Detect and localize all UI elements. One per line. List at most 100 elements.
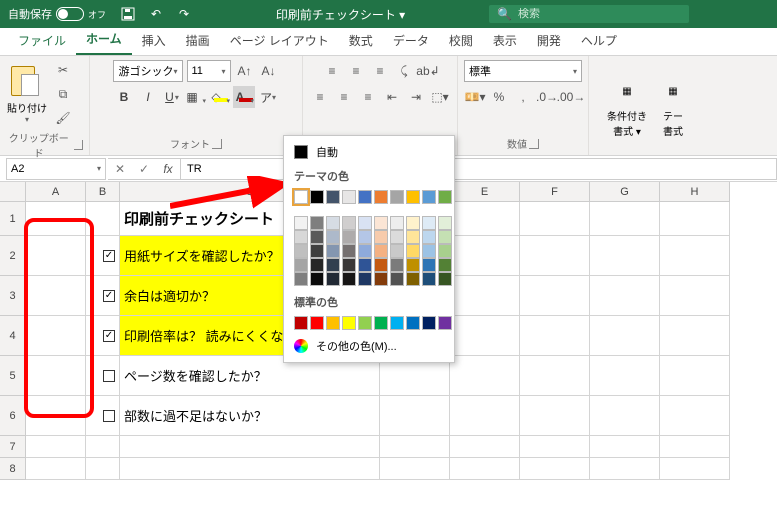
tab-draw[interactable]: 描画 (176, 26, 220, 55)
copy-icon[interactable]: ⧉ (52, 84, 74, 104)
format-as-table-button[interactable]: ▦ テー 書式 (651, 76, 695, 138)
color-swatch[interactable] (310, 190, 324, 204)
cell[interactable] (26, 458, 86, 480)
tab-file[interactable]: ファイル (8, 26, 76, 55)
color-swatch[interactable] (438, 244, 452, 258)
color-swatch[interactable] (390, 230, 404, 244)
color-swatch[interactable] (342, 258, 356, 272)
row-header[interactable]: 4 (0, 316, 26, 356)
color-swatch[interactable] (342, 244, 356, 258)
color-swatch[interactable] (390, 190, 404, 204)
cell[interactable]: 部数に過不足はないか？ (120, 396, 380, 436)
cell[interactable] (660, 356, 730, 396)
color-swatch[interactable] (406, 258, 420, 272)
cell[interactable] (86, 202, 120, 236)
tab-developer[interactable]: 開発 (527, 26, 571, 55)
font-size-selector[interactable]: 11▾ (187, 60, 231, 82)
tab-home[interactable]: ホーム (76, 24, 132, 55)
color-swatch[interactable] (342, 216, 356, 230)
cell[interactable] (590, 356, 660, 396)
cell[interactable] (660, 276, 730, 316)
cell[interactable] (450, 436, 520, 458)
more-colors[interactable]: その他の色(M)... (284, 334, 454, 358)
cell[interactable] (520, 436, 590, 458)
color-swatch[interactable] (374, 216, 388, 230)
cell[interactable] (520, 458, 590, 480)
cell[interactable] (590, 276, 660, 316)
tab-help[interactable]: ヘルプ (571, 26, 627, 55)
formula-input[interactable]: TR (181, 158, 777, 180)
tab-page-layout[interactable]: ページ レイアウト (220, 26, 339, 55)
orientation-icon[interactable]: ⤹ (393, 60, 415, 82)
col-header[interactable]: B (86, 182, 120, 202)
cell[interactable] (86, 396, 120, 436)
checkbox[interactable]: ✓ (103, 290, 115, 302)
checkbox[interactable]: ✓ (103, 330, 115, 342)
checkbox[interactable] (103, 410, 115, 422)
cell[interactable] (660, 236, 730, 276)
cell[interactable] (520, 202, 590, 236)
align-middle-icon[interactable]: ≡ (345, 60, 367, 82)
row-header[interactable]: 6 (0, 396, 26, 436)
checkbox[interactable] (103, 370, 115, 382)
fx-icon[interactable]: fx (156, 159, 180, 179)
color-swatch[interactable] (390, 216, 404, 230)
color-swatch[interactable] (358, 272, 372, 286)
color-swatch[interactable] (358, 216, 372, 230)
row-header[interactable]: 8 (0, 458, 26, 480)
cell[interactable] (26, 276, 86, 316)
col-header[interactable]: F (520, 182, 590, 202)
color-swatch[interactable] (310, 230, 324, 244)
bold-button[interactable]: B (113, 86, 135, 108)
dialog-launcher-icon[interactable] (529, 139, 539, 149)
tab-data[interactable]: データ (383, 26, 439, 55)
color-swatch[interactable] (342, 316, 356, 330)
row-header[interactable]: 1 (0, 202, 26, 236)
color-swatch[interactable] (406, 316, 420, 330)
comma-format-icon[interactable]: , (512, 86, 534, 108)
cell[interactable] (450, 276, 520, 316)
color-swatch[interactable] (342, 272, 356, 286)
color-swatch[interactable] (438, 258, 452, 272)
color-swatch[interactable] (422, 190, 436, 204)
cell[interactable] (660, 316, 730, 356)
cell[interactable] (520, 396, 590, 436)
color-swatch[interactable] (326, 230, 340, 244)
color-swatch[interactable] (422, 230, 436, 244)
redo-icon[interactable]: ↷ (176, 6, 192, 22)
cell[interactable] (660, 396, 730, 436)
row-header[interactable]: 5 (0, 356, 26, 396)
document-title[interactable]: 印刷前チェックシート ▾ (192, 6, 489, 23)
enter-icon[interactable]: ✓ (132, 159, 156, 179)
color-swatch[interactable] (358, 190, 372, 204)
tab-formulas[interactable]: 数式 (339, 26, 383, 55)
cell[interactable] (380, 436, 450, 458)
cell[interactable] (380, 458, 450, 480)
color-swatch[interactable] (422, 216, 436, 230)
color-swatch[interactable] (438, 216, 452, 230)
color-swatch[interactable] (422, 244, 436, 258)
color-swatch[interactable] (406, 216, 420, 230)
cell[interactable]: ✓ (86, 236, 120, 276)
color-swatch[interactable] (438, 272, 452, 286)
cell[interactable] (450, 316, 520, 356)
increase-font-icon[interactable]: A↑ (235, 60, 255, 82)
col-header[interactable]: H (660, 182, 730, 202)
dialog-launcher-icon[interactable] (212, 139, 222, 149)
align-bottom-icon[interactable]: ≡ (369, 60, 391, 82)
cell[interactable] (520, 236, 590, 276)
undo-icon[interactable]: ↶ (148, 6, 164, 22)
increase-decimal-icon[interactable]: .0→ (536, 86, 558, 108)
cell[interactable] (520, 316, 590, 356)
cell[interactable] (450, 236, 520, 276)
color-swatch[interactable] (406, 272, 420, 286)
color-swatch[interactable] (390, 316, 404, 330)
cell[interactable] (450, 458, 520, 480)
cell[interactable] (26, 356, 86, 396)
color-swatch[interactable] (406, 230, 420, 244)
cell[interactable] (26, 202, 86, 236)
color-swatch[interactable] (294, 258, 308, 272)
color-swatch[interactable] (390, 244, 404, 258)
cell[interactable] (590, 316, 660, 356)
color-swatch[interactable] (374, 190, 388, 204)
